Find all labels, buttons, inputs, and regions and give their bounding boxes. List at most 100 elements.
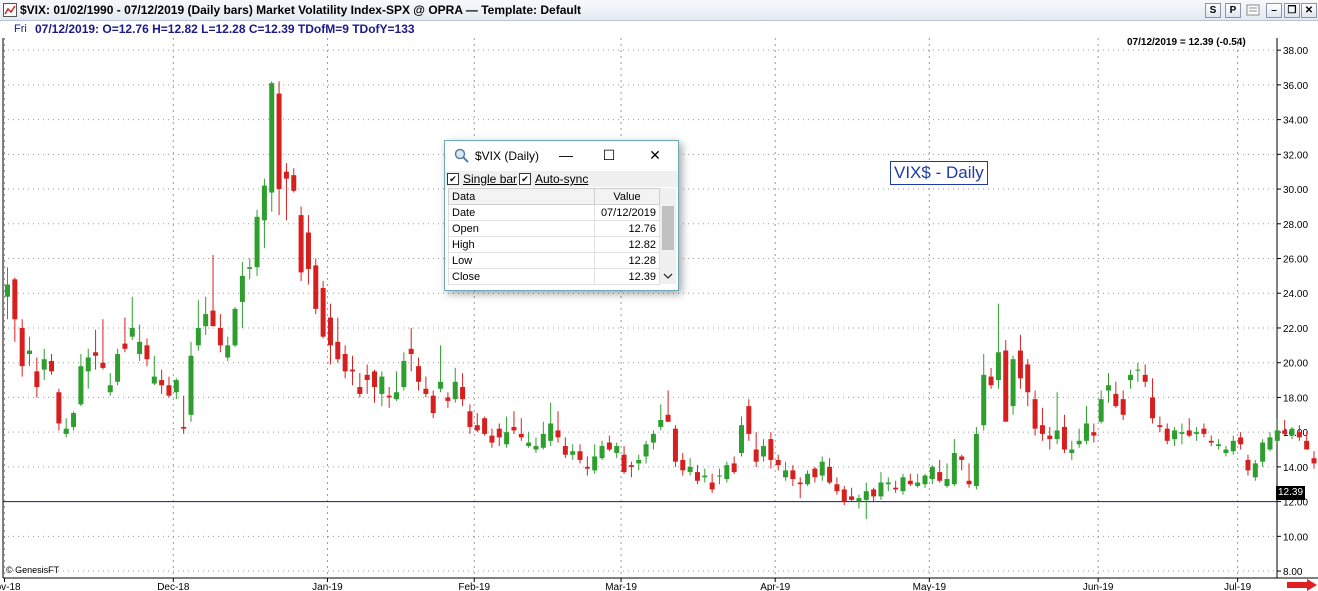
candle-body bbox=[1164, 428, 1170, 441]
table-row: High 12.82 bbox=[448, 236, 660, 253]
candle-body bbox=[1142, 374, 1148, 382]
candle-body bbox=[78, 366, 84, 405]
candle-body bbox=[1186, 430, 1192, 436]
candle-body bbox=[394, 392, 400, 400]
single-bar-checkbox[interactable]: ✔ bbox=[447, 173, 459, 185]
candle-body bbox=[144, 345, 150, 360]
auto-sync-label[interactable]: Auto-sync bbox=[535, 172, 588, 186]
scrollbar-thumb[interactable] bbox=[662, 206, 674, 250]
price-tick-label: 34.00 bbox=[1283, 116, 1308, 127]
price-tick-label: 18.00 bbox=[1283, 393, 1308, 404]
candle-body bbox=[746, 406, 752, 434]
candle-body bbox=[1194, 432, 1200, 434]
candle-body bbox=[1076, 440, 1082, 445]
candle bbox=[115, 348, 121, 386]
scroll-right-arrow-icon[interactable] bbox=[1287, 579, 1317, 591]
minimize-button[interactable]: – bbox=[1266, 3, 1282, 18]
candle-body bbox=[871, 489, 877, 497]
candle-body bbox=[474, 425, 480, 431]
candle bbox=[1003, 340, 1009, 422]
candle-body bbox=[254, 216, 260, 268]
candle-body bbox=[19, 327, 25, 367]
candle-body bbox=[511, 426, 517, 431]
candle bbox=[672, 425, 678, 467]
data-window[interactable]: $VIX (Daily) — ☐ ✕ ✔ Single bar ✔ Auto-s… bbox=[444, 140, 679, 291]
data-window-table: Data Value Date 07/12/2019 Open 12.76 High… bbox=[448, 188, 660, 285]
chart-app-icon bbox=[3, 3, 17, 17]
data-window-minimize-button[interactable]: — bbox=[555, 146, 577, 164]
candle-body bbox=[533, 446, 539, 450]
candle-body bbox=[1047, 435, 1053, 440]
candle-body bbox=[841, 489, 847, 502]
candle-body bbox=[621, 454, 627, 473]
candle-body bbox=[1091, 432, 1097, 436]
scroll-down-icon[interactable] bbox=[663, 272, 673, 280]
candle-body bbox=[555, 430, 561, 438]
period-button[interactable]: P bbox=[1225, 3, 1241, 18]
date-tick-label: Jan-19 bbox=[312, 582, 343, 591]
candle-body bbox=[599, 446, 605, 459]
price-tick-label: 10.00 bbox=[1283, 532, 1308, 543]
date-tick-label: Dec-18 bbox=[157, 582, 190, 591]
candle-body bbox=[1017, 350, 1023, 379]
last-price-tag: 12.39 bbox=[1276, 486, 1305, 500]
candle-body bbox=[1238, 437, 1244, 445]
candle-body bbox=[56, 392, 62, 424]
restore-button[interactable]: ❐ bbox=[1284, 3, 1300, 18]
data-window-close-button[interactable]: ✕ bbox=[644, 146, 666, 164]
candle-body bbox=[812, 468, 818, 478]
candle-body bbox=[584, 466, 590, 469]
candle-body bbox=[298, 215, 304, 273]
candle-body bbox=[1296, 432, 1302, 438]
single-bar-label[interactable]: Single bar bbox=[463, 172, 517, 186]
candle-body bbox=[981, 374, 987, 426]
candle-body bbox=[834, 484, 840, 492]
price-tick-label: 28.00 bbox=[1283, 220, 1308, 231]
symbol-button[interactable]: S bbox=[1205, 3, 1221, 18]
candle-body bbox=[1274, 430, 1280, 441]
candle-body bbox=[342, 354, 348, 372]
auto-sync-checkbox[interactable]: ✔ bbox=[519, 173, 531, 185]
candle-body bbox=[592, 456, 598, 471]
candle-body bbox=[790, 470, 796, 480]
candle-body bbox=[1025, 364, 1031, 393]
price-chart[interactable]: 8.0010.0012.0014.0016.0018.0020.0022.002… bbox=[0, 0, 1318, 591]
price-tick-label: 38.00 bbox=[1283, 46, 1308, 57]
price-tick-label: 30.00 bbox=[1283, 185, 1308, 196]
candle-body bbox=[85, 357, 91, 372]
candle-body bbox=[716, 475, 722, 477]
price-tick-label: 32.00 bbox=[1283, 150, 1308, 161]
candle-body bbox=[1069, 449, 1075, 453]
window-titlebar[interactable]: $VIX: 01/02/1990 - 07/12/2019 (Daily bar… bbox=[0, 0, 1318, 21]
candle-body bbox=[225, 345, 231, 358]
table-row: Date 07/12/2019 bbox=[448, 204, 660, 221]
settings-icon[interactable] bbox=[1245, 3, 1261, 18]
data-window-scrollbar[interactable] bbox=[660, 188, 676, 284]
candle bbox=[232, 307, 238, 348]
candle-body bbox=[1083, 423, 1089, 441]
candle-body bbox=[1201, 428, 1207, 434]
candle-body bbox=[1128, 374, 1134, 381]
data-window-icon bbox=[454, 148, 469, 163]
row-value: 12.76 bbox=[594, 220, 660, 237]
data-window-maximize-button[interactable]: ☐ bbox=[598, 146, 620, 164]
candle-body bbox=[658, 419, 664, 427]
candle-body bbox=[665, 414, 671, 422]
candle-body bbox=[159, 380, 165, 386]
candle-body bbox=[944, 479, 950, 486]
candle-body bbox=[1304, 440, 1310, 450]
candle-body bbox=[63, 428, 69, 434]
candle-body bbox=[423, 388, 429, 394]
candle-body bbox=[995, 352, 1001, 381]
candle-body bbox=[628, 465, 634, 467]
candle-body bbox=[915, 482, 921, 486]
close-button[interactable]: ✕ bbox=[1301, 3, 1317, 18]
candle-body bbox=[797, 482, 803, 485]
chart-label[interactable]: VIX$ - Daily bbox=[890, 161, 988, 185]
candle-body bbox=[540, 433, 546, 448]
candle-body bbox=[1216, 444, 1222, 447]
candle-body bbox=[702, 475, 708, 478]
data-window-titlebar[interactable]: $VIX (Daily) — ☐ ✕ bbox=[445, 141, 678, 171]
candle-body bbox=[562, 446, 568, 455]
candle-body bbox=[269, 83, 275, 193]
